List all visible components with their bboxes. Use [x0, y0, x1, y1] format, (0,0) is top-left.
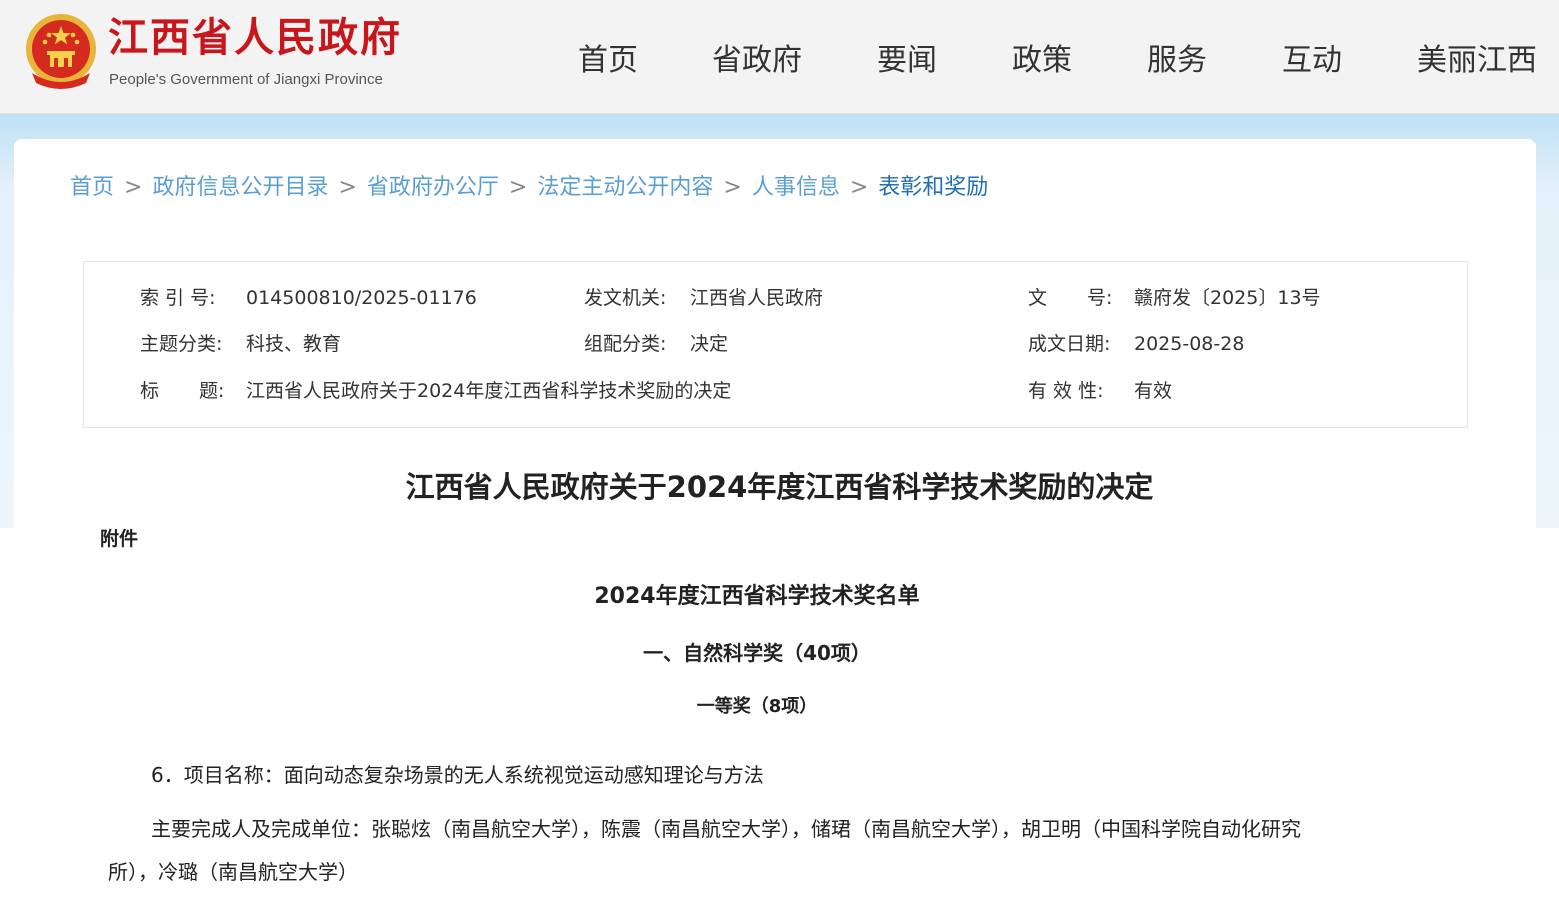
- site-logo-subtitle: People's Government of Jiangxi Province: [109, 71, 383, 88]
- breadcrumb-current-awards[interactable]: 表彰和奖励: [878, 175, 988, 200]
- breadcrumb-personnel-info[interactable]: 人事信息: [752, 175, 840, 200]
- meta-date-label: 成文日期:: [1028, 333, 1111, 355]
- meta-index-label: 索 引 号:: [140, 287, 216, 309]
- meta-docno-label: 文 号:: [1028, 287, 1113, 309]
- nav-beautiful-jiangxi[interactable]: 美丽江西: [1417, 40, 1537, 82]
- nav-home[interactable]: 首页: [578, 40, 638, 82]
- breadcrumb-separator: >: [124, 175, 143, 200]
- completers-line-1: 主要完成人及完成单位：张聪炫（南昌航空大学），陈震（南昌航空大学），储珺（南昌航…: [151, 817, 1301, 841]
- meta-index: 索 引 号: 014500810/2025-01176: [140, 284, 477, 312]
- completers-line-2: 所），冷璐（南昌航空大学）: [108, 860, 358, 884]
- nav-services[interactable]: 服务: [1147, 40, 1207, 82]
- nav-provincial-gov[interactable]: 省政府: [712, 40, 802, 82]
- breadcrumb-separator: >: [338, 175, 357, 200]
- meta-validity-value: 有效: [1134, 380, 1173, 402]
- breadcrumb-home[interactable]: 首页: [70, 175, 114, 200]
- breadcrumb-separator: >: [508, 175, 528, 200]
- attachment-label: 附件: [100, 528, 139, 550]
- breadcrumb-separator: >: [723, 175, 742, 200]
- meta-title-label: 标 题:: [140, 380, 225, 402]
- article-title: 江西省人民政府关于2024年度江西省科学技术奖励的决定: [405, 470, 1154, 504]
- section-heading: 一、自然科学奖（40项）: [643, 641, 871, 665]
- breadcrumb: 首页 > 政府信息公开目录 > 省政府办公厅 > 法定主动公开内容 > 人事信息 > 表彰和奖励: [70, 172, 988, 204]
- meta-validity: 有 效 性: 有效: [1028, 377, 1172, 405]
- meta-topic: 主题分类: 科技、教育: [140, 330, 341, 358]
- breadcrumb-general-office[interactable]: 省政府办公厅: [367, 175, 499, 200]
- nav-interaction[interactable]: 互动: [1282, 40, 1342, 82]
- meta-category-value: 决定: [690, 333, 729, 355]
- site-header: 江西省人民政府 People's Government of Jiangxi P…: [0, 0, 1559, 114]
- breadcrumb-statutory-content[interactable]: 法定主动公开内容: [537, 175, 713, 200]
- meta-docno-value: 赣府发〔2025〕13号: [1134, 287, 1321, 309]
- meta-title-value: 江西省人民政府关于2024年度江西省科学技术奖励的决定: [246, 380, 732, 402]
- meta-date-value: 2025-08-28: [1134, 333, 1245, 355]
- meta-index-value: 014500810/2025-01176: [246, 287, 477, 309]
- site-logo-title[interactable]: 江西省人民政府: [108, 14, 402, 62]
- meta-date: 成文日期: 2025-08-28: [1028, 330, 1244, 358]
- nav-policy[interactable]: 政策: [1012, 40, 1072, 82]
- meta-category-label: 组配分类:: [584, 333, 667, 355]
- meta-title: 标 题: 江西省人民政府关于2024年度江西省科学技术奖励的决定: [140, 377, 731, 405]
- meta-topic-value: 科技、教育: [246, 333, 342, 355]
- award-list-title: 2024年度江西省科学技术奖名单: [594, 584, 920, 609]
- meta-category: 组配分类: 决定: [584, 330, 728, 358]
- meta-issuer-value: 江西省人民政府: [690, 287, 824, 309]
- breadcrumb-info-catalog[interactable]: 政府信息公开目录: [152, 175, 328, 200]
- grade-heading: 一等奖（8项）: [696, 696, 818, 717]
- meta-docno: 文 号: 赣府发〔2025〕13号: [1028, 284, 1321, 312]
- meta-issuer: 发文机关: 江西省人民政府: [584, 284, 823, 312]
- meta-validity-label: 有 效 性:: [1028, 380, 1104, 402]
- project-name-line: 6．项目名称：面向动态复杂场景的无人系统视觉运动感知理论与方法: [151, 763, 764, 787]
- nav-news[interactable]: 要闻: [877, 40, 937, 82]
- meta-issuer-label: 发文机关:: [584, 287, 667, 309]
- document-meta-box: 索 引 号: 014500810/2025-01176 发文机关: 江西省人民政府 …: [83, 261, 1468, 428]
- breadcrumb-separator: >: [849, 175, 869, 200]
- meta-topic-label: 主题分类:: [140, 333, 223, 355]
- national-emblem-icon[interactable]: [22, 11, 100, 91]
